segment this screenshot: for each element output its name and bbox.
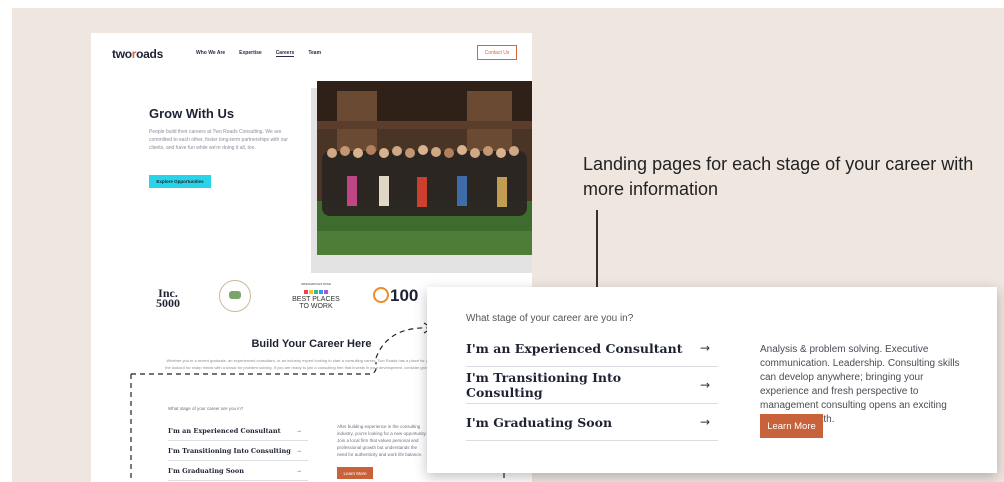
dashed-arrow-path: [375, 327, 431, 359]
zoom-row-label: I'm Transitioning Into Consulting: [466, 370, 622, 400]
annotation-text: Landing pages for each stage of your car…: [583, 154, 974, 199]
zoom-row-experienced[interactable]: I'm an Experienced Consultant →: [466, 330, 718, 367]
zoom-stage-question: What stage of your career are you in?: [466, 313, 634, 324]
annotation-connector-line: [596, 210, 598, 290]
zoomed-stage-card: What stage of your career are you in? I'…: [427, 287, 997, 473]
zoom-row-label: I'm Graduating Soon: [466, 414, 613, 430]
zoom-row-label: I'm an Experienced Consultant: [466, 340, 683, 356]
arrow-right-icon: →: [699, 341, 710, 355]
arrow-right-icon: →: [699, 378, 710, 392]
learn-more-button[interactable]: Learn More: [760, 414, 823, 438]
zoom-row-graduating[interactable]: I'm Graduating Soon →: [466, 404, 718, 441]
zoom-stage-list: I'm an Experienced Consultant → I'm Trans…: [466, 330, 718, 441]
zoom-row-transitioning[interactable]: I'm Transitioning Into Consulting →: [466, 367, 718, 404]
presentation-canvas: tworoads Who We Are Expertise Careers Te…: [12, 8, 1004, 482]
arrow-right-icon: →: [699, 415, 710, 429]
